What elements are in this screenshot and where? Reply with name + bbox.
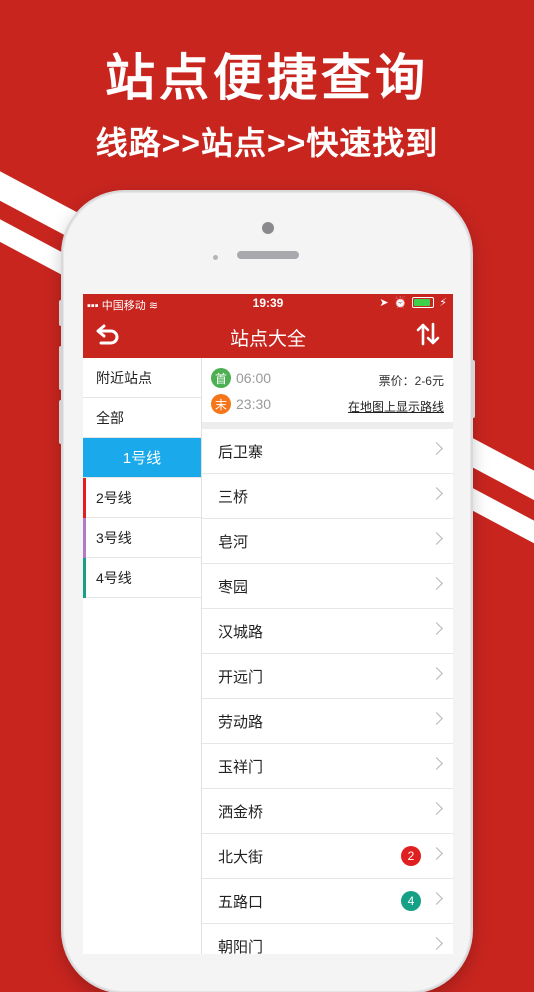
line-color-bar: [83, 558, 86, 598]
show-route-on-map-link[interactable]: 在地图上显示路线: [348, 398, 444, 415]
first-train-row: 首 06:00: [211, 368, 271, 388]
sidebar-item-label: 1号线: [122, 450, 162, 467]
earpiece-speaker: [237, 251, 299, 259]
front-camera: [262, 222, 274, 234]
first-train-time: 06:00: [236, 370, 272, 386]
station-name: 玉祥门: [218, 758, 264, 776]
fare-text: 票价：2-6元: [378, 374, 444, 388]
station-row[interactable]: 汉城路: [202, 609, 453, 654]
sidebar-item-label: 4号线: [96, 569, 132, 586]
station-row[interactable]: 北大街 2: [202, 834, 453, 879]
battery-icon: [412, 297, 435, 308]
proximity-sensor: [213, 255, 218, 260]
station-name: 北大街: [218, 848, 264, 866]
station-name: 汉城路: [218, 623, 264, 641]
station-name: 三桥: [218, 488, 249, 506]
chevron-right-icon: [430, 577, 443, 590]
location-icon: ➤: [379, 297, 389, 309]
nav-bar: 站点大全: [83, 312, 453, 358]
sidebar-item-label: 全部: [96, 409, 124, 426]
status-bar: ▪▪▪ 中国移动 ≋ 19:39 ➤ ⏰ ⚡: [83, 294, 453, 312]
sidebar-item-label: 附近站点: [96, 369, 152, 386]
station-row[interactable]: 枣园: [202, 564, 453, 609]
chevron-right-icon: [430, 892, 443, 905]
chevron-right-icon: [430, 757, 443, 770]
station-row[interactable]: 皂河: [202, 519, 453, 564]
promo-headline: 站点便捷查询: [105, 50, 429, 106]
station-name: 皂河: [218, 533, 249, 551]
chevron-right-icon: [430, 847, 443, 860]
sidebar-item[interactable]: 全部: [83, 398, 201, 438]
station-row[interactable]: 三桥: [202, 474, 453, 519]
promo-subline: 线路>>站点>>快速找到: [95, 125, 439, 161]
station-name: 开远门: [218, 668, 264, 686]
station-row[interactable]: 劳动路: [202, 699, 453, 744]
station-row[interactable]: 洒金桥: [202, 789, 453, 834]
sidebar-item[interactable]: 3号线: [83, 518, 201, 558]
sidebar-item-label: 2号线: [96, 489, 132, 506]
station-panel: 首 06:00 末 23:30 票价：2-6元 在地图上显示路线 后卫寨三桥皂河…: [202, 358, 453, 954]
station-name: 五路口: [218, 893, 264, 911]
station-row[interactable]: 玉祥门: [202, 744, 453, 789]
volume-up-button: [59, 346, 63, 390]
last-train-badge: 末: [211, 394, 231, 414]
chevron-right-icon: [430, 442, 443, 455]
line-color-bar: [83, 518, 86, 558]
volume-down-button: [59, 400, 63, 444]
station-row[interactable]: 开远门: [202, 654, 453, 699]
transfer-line-badge: 2: [401, 846, 421, 866]
power-button: [471, 360, 475, 418]
chevron-right-icon: [430, 937, 443, 950]
chevron-right-icon: [430, 487, 443, 500]
app-screen: ▪▪▪ 中国移动 ≋ 19:39 ➤ ⏰ ⚡ 站点大全 附近站点全部 1号线 2号线…: [83, 294, 453, 954]
line-info: 首 06:00 末 23:30 票价：2-6元 在地图上显示路线: [202, 358, 453, 429]
chevron-right-icon: [430, 802, 443, 815]
chevron-right-icon: [430, 532, 443, 545]
station-row[interactable]: 五路口 4: [202, 879, 453, 924]
chevron-right-icon: [430, 667, 443, 680]
chevron-right-icon: [430, 712, 443, 725]
sidebar-item[interactable]: 附近站点: [83, 358, 201, 398]
station-name: 后卫寨: [218, 443, 264, 461]
alarm-icon: ⏰: [393, 297, 408, 309]
station-name: 劳动路: [218, 713, 264, 731]
first-train-badge: 首: [211, 368, 231, 388]
content-area: 附近站点全部 1号线 2号线 3号线 4号线 首 06:00 末 23:30 票价：2-…: [83, 358, 453, 954]
sidebar-item[interactable]: 1号线: [83, 438, 201, 478]
transfer-line-badge: 4: [401, 891, 421, 911]
last-train-row: 末 23:30: [211, 394, 271, 414]
station-name: 朝阳门: [218, 938, 264, 955]
last-train-time: 23:30: [236, 396, 272, 412]
sort-toggle-icon[interactable]: [415, 321, 441, 347]
sidebar-item[interactable]: 2号线: [83, 478, 201, 518]
sidebar-item[interactable]: 4号线: [83, 558, 201, 598]
line-sidebar: 附近站点全部 1号线 2号线 3号线 4号线: [83, 358, 202, 954]
sidebar-item-label: 3号线: [96, 529, 132, 546]
station-list: 后卫寨三桥皂河枣园汉城路开远门劳动路玉祥门洒金桥北大街 2 五路口 4 朝阳门: [202, 429, 453, 954]
mute-switch: [59, 300, 63, 326]
station-row[interactable]: 后卫寨: [202, 429, 453, 474]
page-title: 站点大全: [229, 329, 306, 350]
station-name: 洒金桥: [218, 803, 264, 821]
station-name: 枣园: [218, 578, 249, 596]
charging-icon: ⚡: [439, 297, 447, 309]
chevron-right-icon: [430, 622, 443, 635]
line-color-bar: [83, 478, 86, 518]
status-right: ➤ ⏰ ⚡: [379, 296, 447, 309]
